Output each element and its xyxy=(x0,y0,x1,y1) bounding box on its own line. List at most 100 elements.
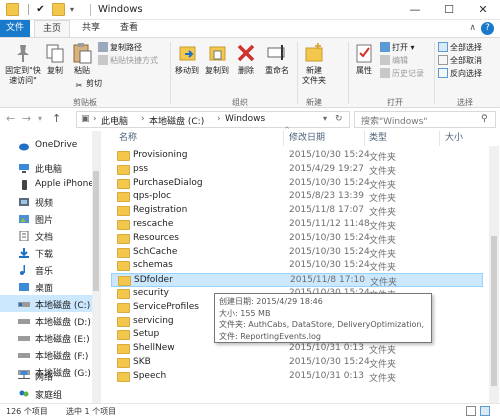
column-header-type[interactable]: 类型 xyxy=(369,131,387,146)
pin-quick-access-button[interactable]: 固定到"快 速访问" xyxy=(4,42,42,86)
new-folder-quick-icon[interactable] xyxy=(52,3,65,16)
refresh-icon[interactable]: ↻ xyxy=(335,114,343,124)
table-row[interactable]: rescache 2015/11/12 11:48 文件夹 xyxy=(111,218,483,232)
file-date: 2015/8/23 13:39 xyxy=(289,191,364,202)
tooltip-folders: 文件夹: AuthCabs, DataStore, DeliveryOptimi… xyxy=(219,320,427,329)
nav-item-drive-f[interactable]: 本地磁盘 (F:) xyxy=(0,346,92,363)
select-none-button[interactable]: 全部取消 xyxy=(438,55,482,66)
file-list-scrollbar[interactable] xyxy=(489,146,499,403)
breadcrumb-drive-c[interactable]: 本地磁盘 (C:) xyxy=(149,114,204,127)
clipboard-group-label: 剪贴板 xyxy=(73,98,97,107)
breadcrumb-windows[interactable]: Windows xyxy=(225,114,265,124)
nav-item-downloads[interactable]: 下载 xyxy=(0,244,92,261)
file-name: Registration xyxy=(133,205,188,216)
nav-item-apple-iphone[interactable]: Apple iPhone xyxy=(0,176,94,193)
nav-item-videos[interactable]: 视频 xyxy=(0,193,92,210)
tab-file[interactable]: 文件 xyxy=(0,20,30,37)
close-button[interactable]: ✕ xyxy=(466,0,500,20)
new-folder-button[interactable]: 新建 文件夹 xyxy=(300,42,328,86)
table-row[interactable]: Provisioning 2015/10/30 15:24 文件夹 xyxy=(111,149,483,163)
homegroup-icon xyxy=(19,390,29,397)
column-header-name[interactable]: 名称 xyxy=(119,131,137,146)
edit-icon xyxy=(380,55,390,65)
address-bar[interactable]: ▣ › 此电脑 › 本地磁盘 (C:) › Windows ▾ ↻ xyxy=(76,111,350,128)
nav-item-documents[interactable]: 文档 xyxy=(0,227,92,244)
search-input[interactable]: 搜索"Windows" ⚲ xyxy=(354,111,496,128)
file-name: Provisioning xyxy=(133,150,188,160)
file-date: 2015/11/12 11:48 xyxy=(289,219,370,229)
column-header-date[interactable]: 修改日期 xyxy=(289,131,325,146)
nav-item-onedrive[interactable]: OneDrive xyxy=(0,137,92,154)
move-to-button[interactable]: 移动到 xyxy=(174,42,200,76)
rename-icon xyxy=(266,42,288,64)
nav-item-desktop[interactable]: 桌面 xyxy=(0,278,92,295)
copy-button[interactable]: 复制 xyxy=(44,42,66,76)
table-row[interactable]: SchCache 2015/10/30 15:24 文件夹 xyxy=(111,246,483,260)
nav-scroll-thumb[interactable] xyxy=(93,171,99,291)
properties-button[interactable]: 属性 xyxy=(352,42,376,76)
large-icons-view-icon[interactable] xyxy=(480,406,490,416)
copy-path-button[interactable]: 复制路径 xyxy=(98,42,142,53)
file-list-scroll-thumb[interactable] xyxy=(491,236,497,386)
table-row[interactable]: qps-ploc 2015/8/23 13:39 文件夹 xyxy=(111,190,483,204)
table-row[interactable]: SDfolder 2015/11/8 17:10 文件夹 xyxy=(111,273,483,288)
forward-arrow-icon[interactable]: → xyxy=(22,112,31,126)
invert-selection-button[interactable]: 反向选择 xyxy=(438,68,482,79)
open-button[interactable]: 打开 ▾ xyxy=(380,42,415,53)
recent-locations-icon[interactable]: ▾ xyxy=(38,112,42,126)
breadcrumb-this-pc[interactable]: 此电脑 xyxy=(101,114,128,127)
details-view-icon[interactable] xyxy=(466,406,476,416)
invert-selection-icon xyxy=(438,68,448,78)
column-header-size[interactable]: 大小 xyxy=(445,131,463,146)
file-date: 2015/10/30 15:24 xyxy=(289,177,370,188)
table-row[interactable]: Registration 2015/11/8 17:07 文件夹 xyxy=(111,204,483,218)
file-list: 名称 修改日期 类型 大小 ^ Provisioning 2015/10/30 1… xyxy=(100,126,500,403)
table-row[interactable]: Speech 2015/10/31 0:13 文件夹 xyxy=(111,370,483,384)
column-separator[interactable] xyxy=(439,131,440,146)
edit-button[interactable]: 编辑 xyxy=(380,55,408,66)
file-name: PurchaseDialog xyxy=(133,177,203,188)
delete-button[interactable]: 删除 xyxy=(234,42,258,76)
address-dropdown-icon[interactable]: ▾ xyxy=(323,114,327,123)
ribbon: 固定到"快 速访问" 复制 粘贴 复制路径 粘贴快捷方式 ✂ 剪切 剪贴板 移动到… xyxy=(0,37,500,108)
maximize-button[interactable]: ☐ xyxy=(432,0,466,20)
table-row[interactable]: PurchaseDialog 2015/10/30 15:24 文件夹 xyxy=(111,177,483,191)
back-arrow-icon[interactable]: ← xyxy=(6,112,15,126)
nav-scrollbar[interactable] xyxy=(92,131,100,403)
column-separator[interactable] xyxy=(364,131,365,146)
paste-button[interactable]: 粘贴 xyxy=(70,42,94,76)
nav-item-homegroup[interactable]: 家庭组 xyxy=(0,385,92,402)
help-icon[interactable]: ? xyxy=(481,22,494,35)
nav-item-music[interactable]: 音乐 xyxy=(0,261,92,278)
table-row[interactable]: Resources 2015/10/30 15:24 文件夹 xyxy=(111,232,483,246)
open-group-label: 打开 xyxy=(387,98,403,107)
table-row[interactable]: ShellNew 2015/10/31 0:13 文件夹 xyxy=(111,342,483,356)
table-row[interactable]: pss 2015/4/29 19:27 文件夹 xyxy=(111,163,483,177)
nav-item-this-pc[interactable]: 此电脑 xyxy=(0,159,92,176)
rename-button[interactable]: 重命名 xyxy=(262,42,292,76)
cut-button[interactable]: ✂ 剪切 xyxy=(74,78,102,91)
nav-item-pictures[interactable]: 图片 xyxy=(0,210,92,227)
tab-share[interactable]: 共享 xyxy=(74,20,108,37)
table-row[interactable]: SKB 2015/10/30 15:24 文件夹 xyxy=(111,356,483,370)
properties-quick-icon[interactable]: ✔ xyxy=(34,3,47,16)
file-name: ShellNew xyxy=(133,343,175,354)
customize-quick-access-icon[interactable]: ▾ xyxy=(70,3,83,16)
nav-item-drive-d[interactable]: 本地磁盘 (D:) xyxy=(0,312,92,329)
up-arrow-icon[interactable]: ↑ xyxy=(52,112,61,126)
tab-view[interactable]: 查看 xyxy=(112,20,146,37)
tab-home[interactable]: 主页 xyxy=(34,20,70,37)
folder-icon xyxy=(117,206,130,217)
nav-item-drive-c[interactable]: 本地磁盘 (C:) xyxy=(0,295,92,312)
history-button[interactable]: 历史记录 xyxy=(380,68,424,79)
nav-item-drive-e[interactable]: 本地磁盘 (E:) xyxy=(0,329,92,346)
collapse-ribbon-icon[interactable]: ∧ xyxy=(469,23,476,33)
select-all-button[interactable]: 全部选择 xyxy=(438,42,482,53)
minimize-button[interactable]: — xyxy=(398,0,432,20)
item-count: 126 个项目 xyxy=(6,407,48,416)
table-row[interactable]: schemas 2015/10/30 15:24 文件夹 xyxy=(111,259,483,273)
nav-item-network[interactable]: 网络 xyxy=(0,367,92,384)
copy-to-button[interactable]: 复制到 xyxy=(204,42,230,76)
paste-shortcut-button[interactable]: 粘贴快捷方式 xyxy=(98,55,158,66)
copy-path-icon xyxy=(98,42,108,52)
